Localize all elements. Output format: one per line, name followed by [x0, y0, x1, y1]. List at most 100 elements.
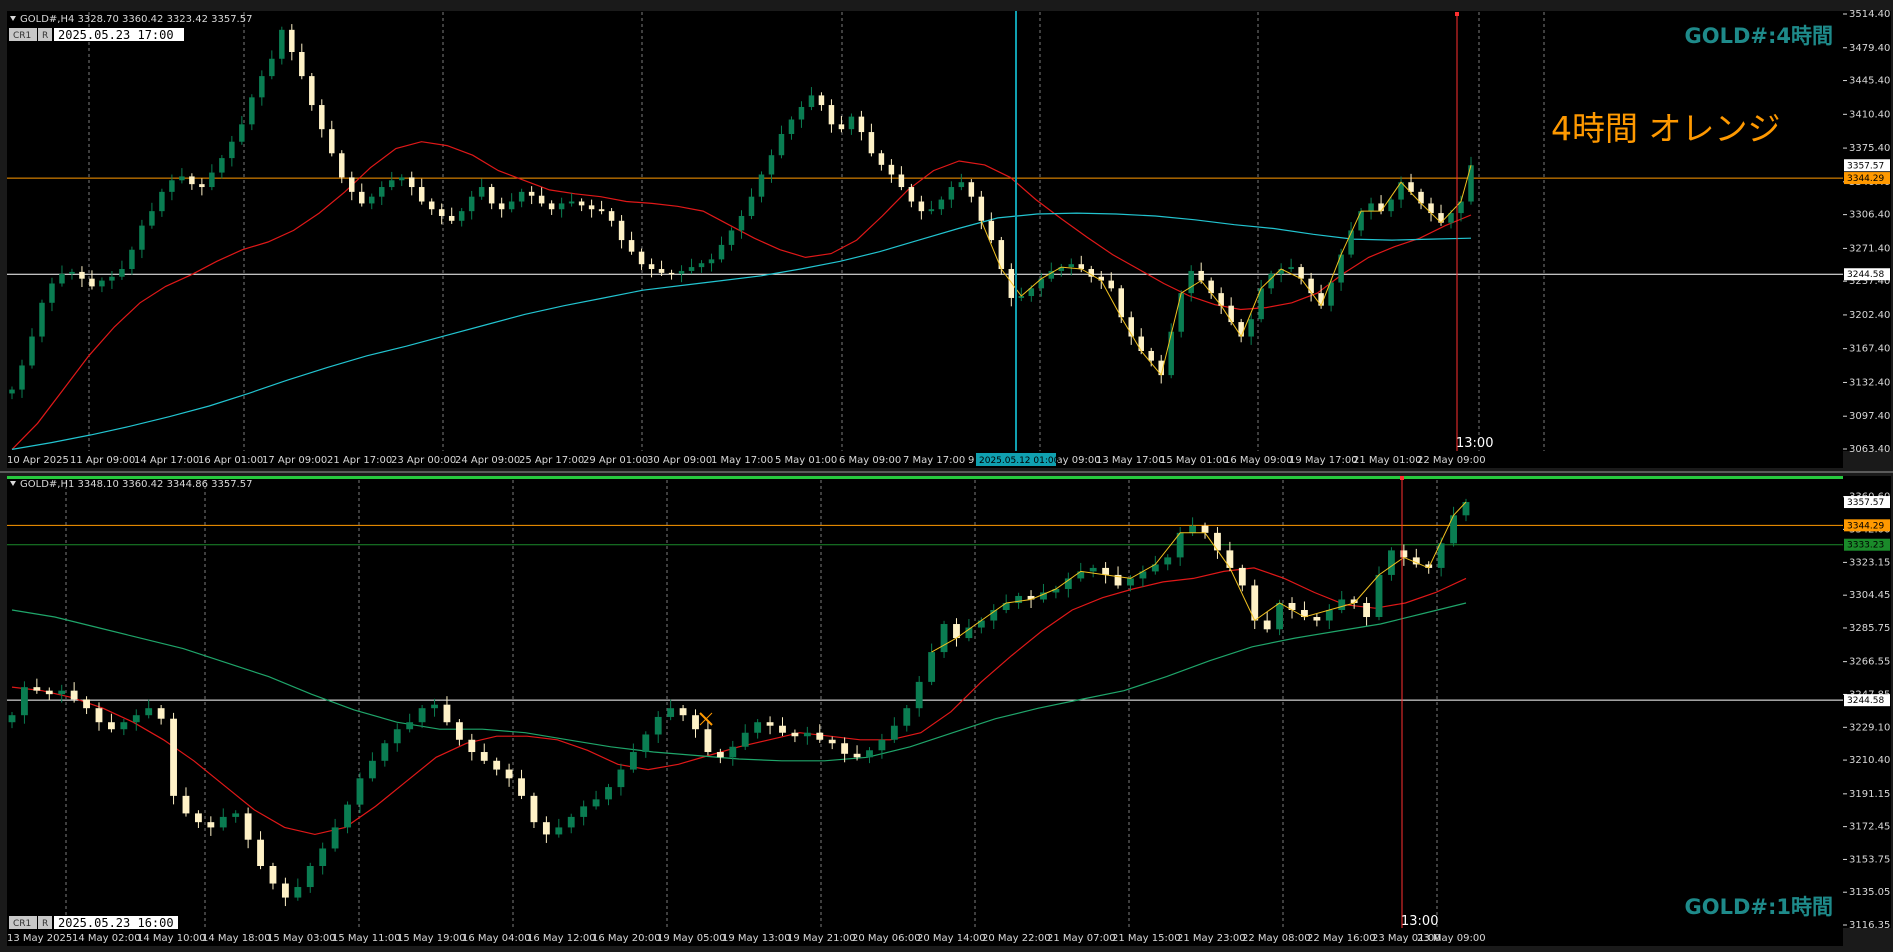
h4-candle-body	[179, 176, 185, 181]
h1-candle-body	[8, 715, 16, 723]
h1-candle-body	[58, 690, 66, 695]
h4-candle-body	[369, 196, 375, 204]
h1-candle-body	[1313, 617, 1321, 621]
h1-candle-body	[605, 787, 612, 800]
h1-time-tick: 19 May 13:00	[722, 933, 791, 944]
h4-candle-body	[708, 259, 715, 264]
h1-candle-body	[194, 813, 202, 823]
h1-candle-body	[1238, 567, 1246, 586]
h4-price-tick: 3514.40	[1849, 9, 1890, 20]
h1-candle-body	[592, 799, 600, 807]
h1-candle-body	[692, 715, 699, 730]
h4-time-tick: 30 Apr 09:00	[647, 455, 712, 466]
h4-time-tick: 7 May 17:00	[903, 455, 965, 466]
h4-vline-handle[interactable]	[1455, 12, 1459, 16]
h1-candle-body	[791, 732, 799, 737]
h4-candle-body	[1248, 319, 1254, 337]
h4-price-tag-white-label: 3244.58	[1847, 270, 1884, 280]
h1-candle-body	[493, 760, 501, 770]
h1-candle-body	[21, 687, 28, 716]
h1-candle-body	[803, 732, 811, 737]
h4-candle-body	[408, 177, 415, 188]
h1-candle-body	[232, 813, 240, 817]
h4-time-tick: 16 May 09:00	[1224, 455, 1293, 466]
h1-candle-body	[170, 718, 177, 796]
h1-candle-body	[45, 690, 53, 695]
h4-candle-body	[668, 272, 675, 275]
h4-time-tick: 1 May 17:00	[711, 455, 773, 466]
h1-stamp: 2025.05.23 16:00	[58, 916, 174, 930]
h1-candle-body	[1077, 571, 1085, 579]
h1-candle-body	[828, 739, 836, 744]
h1-price-tag-white-label: 3244.58	[1847, 696, 1884, 706]
h1-candle-body	[406, 722, 414, 730]
h1-vline-handle[interactable]	[1400, 476, 1404, 480]
h1-candle-body	[1164, 557, 1172, 565]
h4-price-tick: 3479.40	[1849, 43, 1890, 54]
h4-note-text[interactable]: 4時間 オレンジ	[1551, 109, 1781, 148]
h4-candle-body	[508, 201, 515, 210]
h1-candle-body	[580, 806, 588, 817]
h1-price-tick: 3191.15	[1849, 789, 1890, 800]
h1-time-marker: 13:00	[1401, 914, 1438, 929]
h1-header: GOLD#,H1 3348.10 3360.42 3344.86 3357.57	[20, 479, 252, 490]
h1-time-tick: 21 May 23:00	[1177, 933, 1246, 944]
h1-active-border	[7, 476, 1843, 479]
h4-candle-body	[1148, 351, 1154, 361]
h1-cr1-label: CR1	[13, 919, 31, 929]
h1-candle-body	[1102, 567, 1110, 575]
h1-candle-body	[567, 816, 575, 828]
h4-candle-body	[349, 177, 355, 192]
chart-canvas[interactable]: 3514.403479.403445.403410.403375.403340.…	[0, 0, 1893, 948]
h1-time-tick: 20 May 14:00	[917, 933, 986, 944]
h1-candle-body	[530, 795, 538, 823]
h1-time-tick: 19 May 05:00	[657, 933, 726, 944]
h1-candle-body	[281, 883, 289, 898]
h4-candle-body	[189, 176, 195, 185]
h4-candle-body	[418, 187, 425, 202]
h4-time-tick: 21 May 01:00	[1353, 455, 1422, 466]
h4-candle-body	[798, 106, 805, 120]
h4-plot-area[interactable]	[7, 11, 1843, 451]
h1-candle-body	[468, 739, 476, 753]
h4-candle-body	[498, 203, 505, 210]
h4-candle-body	[269, 58, 275, 77]
h1-candle-body	[779, 725, 786, 733]
h4-candle-body	[1198, 270, 1204, 281]
h4-candle-body	[99, 280, 105, 287]
h4-candle-body	[249, 97, 255, 125]
h1-time-tick: 15 May 11:00	[332, 933, 401, 944]
h1-price-tick: 3210.40	[1849, 755, 1890, 766]
h1-candle-body	[443, 704, 451, 723]
h1-time-tick: 20 May 06:00	[852, 933, 921, 944]
h1-candle-body	[257, 839, 264, 866]
h4-candle-body	[848, 116, 855, 130]
h4-time-tick: 24 Apr 09:00	[455, 455, 520, 466]
h4-candle-body	[588, 205, 595, 210]
h4-time-tick: 23 Apr 00:00	[391, 455, 456, 466]
h4-candle-body	[468, 196, 475, 212]
h1-candle-body	[890, 725, 898, 740]
h4-candle-body	[858, 116, 865, 133]
h1-candle-body	[331, 827, 339, 849]
h4-candle-body	[1288, 267, 1294, 270]
h4-time-tick: 16 Apr 01:00	[198, 455, 263, 466]
h1-candle-body	[816, 732, 824, 740]
h1-price-tick: 3172.45	[1849, 822, 1890, 833]
h4-time-tick: 19 May 17:00	[1289, 455, 1358, 466]
h4-candle-body	[339, 153, 345, 178]
h1-candle-body	[1127, 578, 1134, 586]
h4-cr1-label: CR1	[13, 31, 31, 41]
h1-plot-area[interactable]	[7, 476, 1843, 928]
h1-candle-body	[555, 827, 563, 835]
h4-candle-body	[578, 201, 585, 206]
h4-candle-body	[59, 273, 65, 284]
h1-time-tick: 16 May 04:00	[462, 933, 531, 944]
h1-candle-body	[667, 708, 675, 717]
h1-candle-body	[841, 743, 849, 754]
h1-watermark: GOLD#:1時間	[1684, 895, 1833, 919]
h1-candle-body	[1089, 567, 1097, 572]
h4-header: GOLD#,H4 3328.70 3360.42 3323.42 3357.57	[20, 14, 252, 25]
h4-time-tick: 14 Apr 17:00	[134, 455, 199, 466]
h4-candle-body	[598, 209, 605, 212]
